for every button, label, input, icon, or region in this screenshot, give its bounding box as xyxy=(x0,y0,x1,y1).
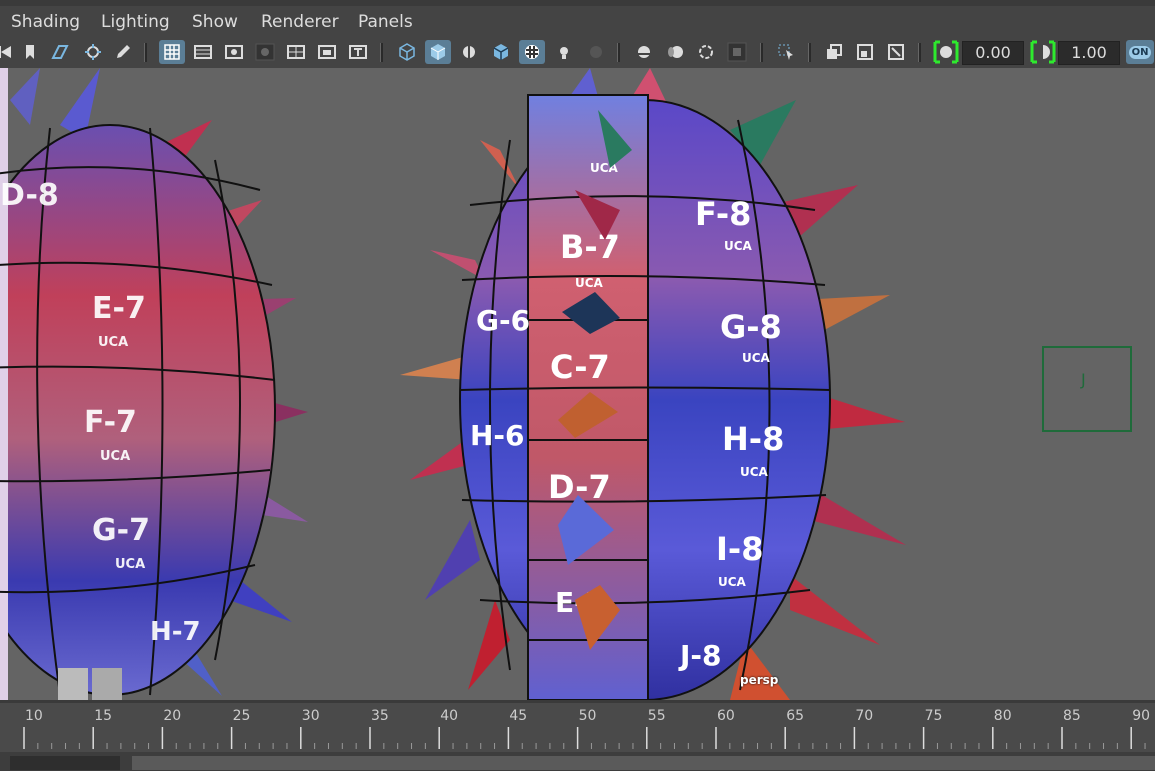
timeline-tick-label: 80 xyxy=(993,708,1012,724)
color-manage-toggle[interactable]: ON xyxy=(1126,40,1154,64)
tile-label-b7: B-7 xyxy=(560,228,620,266)
grease-pencil-icon[interactable] xyxy=(110,40,136,64)
wireframe-icon[interactable] xyxy=(394,40,420,64)
locator-box xyxy=(1042,346,1132,432)
wireframe-on-shaded-icon[interactable] xyxy=(488,40,514,64)
timeline-tick-label: 45 xyxy=(509,708,528,724)
range-start[interactable] xyxy=(10,756,120,770)
color-manage-label: ON xyxy=(1128,45,1152,59)
tile-sublabel: UCA xyxy=(742,351,771,365)
camera-tumble-icon[interactable] xyxy=(80,40,106,64)
timeline-tick-label: 35 xyxy=(371,708,389,724)
camera-label: persp xyxy=(740,673,779,687)
film-gate-icon[interactable] xyxy=(190,40,216,64)
timeline-tick-label: 90 xyxy=(1132,708,1151,724)
camera-select-icon[interactable] xyxy=(0,40,18,64)
screen-space-ao-icon[interactable] xyxy=(631,40,657,64)
xray-components-icon[interactable] xyxy=(883,40,909,64)
field-chart-icon[interactable] xyxy=(283,40,309,64)
bookmark-icon[interactable] xyxy=(17,40,43,64)
motion-blur-icon[interactable] xyxy=(662,40,688,64)
tile-label-e7: E-7 xyxy=(92,291,146,326)
tile-label-g6: G-6 xyxy=(476,304,530,337)
scene-render: D-8 E-7 F-7 G-7 H-7 UCA UCA UCA B-7 C-7 … xyxy=(0,68,1132,700)
gamma-field[interactable]: 1.00 xyxy=(1058,41,1120,65)
tile-sublabel: UCA xyxy=(718,575,747,589)
menu-renderer[interactable]: Renderer xyxy=(261,12,339,32)
default-lighting-icon[interactable] xyxy=(456,40,482,64)
spike xyxy=(410,440,468,480)
menu-show[interactable]: Show xyxy=(192,12,238,32)
tile-label-j8: J-8 xyxy=(678,639,722,672)
timeline-tick-label: 55 xyxy=(647,708,666,724)
spike xyxy=(468,600,510,690)
tile-label-i8: I-8 xyxy=(716,530,763,568)
safe-title-icon[interactable] xyxy=(345,40,371,64)
tile-sublabel: UCA xyxy=(575,276,604,290)
tile-label-c7: C-7 xyxy=(550,348,610,386)
tile-label-d8: D-8 xyxy=(0,178,59,213)
timeline-tick-label: 60 xyxy=(717,708,735,724)
timeline-tick-label: 25 xyxy=(232,708,251,724)
range-slider[interactable] xyxy=(0,752,1155,771)
menu-lighting[interactable]: Lighting xyxy=(101,12,170,32)
tile-sublabel: UCA xyxy=(115,557,145,572)
anti-aliasing-icon[interactable] xyxy=(693,40,719,64)
gamma-icon[interactable] xyxy=(1030,40,1056,64)
tile-sublabel: UCA xyxy=(740,465,769,479)
spike xyxy=(425,520,480,600)
exposure-icon[interactable] xyxy=(933,40,959,64)
tile-label-h8: H-8 xyxy=(722,420,784,458)
tile-label-h7: H-7 xyxy=(150,617,201,647)
use-all-lights-icon[interactable] xyxy=(551,40,577,64)
tile-label-h6: H-6 xyxy=(470,419,525,452)
spike xyxy=(790,575,880,645)
perspective-viewport[interactable]: D-8 E-7 F-7 G-7 H-7 UCA UCA UCA B-7 C-7 … xyxy=(0,68,1155,700)
spike xyxy=(400,355,470,380)
shadows-icon[interactable] xyxy=(583,40,609,64)
menu-shading[interactable]: Shading xyxy=(11,12,80,32)
grid-icon[interactable] xyxy=(159,40,185,64)
timeline-tick-label: 20 xyxy=(163,708,182,724)
smooth-shade-icon[interactable] xyxy=(425,40,451,64)
gate-mask-icon[interactable] xyxy=(252,40,278,64)
tile-sublabel: UCA xyxy=(724,239,753,253)
timeline-tick-label: 85 xyxy=(1063,708,1081,724)
spike xyxy=(10,68,40,125)
spike xyxy=(480,140,520,190)
timeline-tick-label: 30 xyxy=(301,708,320,724)
safe-action-icon[interactable] xyxy=(314,40,340,64)
timeline-tick-label: 50 xyxy=(578,708,597,724)
timeline-tick-label: 40 xyxy=(440,708,459,724)
menu-panels[interactable]: Panels xyxy=(358,12,413,32)
isolate-select-icon[interactable] xyxy=(773,40,799,64)
tile-label-f7: F-7 xyxy=(84,405,137,440)
exposure-field[interactable]: 0.00 xyxy=(962,41,1024,65)
tile-label-f8: F-8 xyxy=(695,195,751,233)
timeline-tick-label: 65 xyxy=(786,708,805,724)
tile-label-g7: G-7 xyxy=(92,513,150,548)
resolution-gate-icon[interactable] xyxy=(221,40,247,64)
panel-menu-bar: Shading Lighting Show Renderer Panels xyxy=(0,0,1155,40)
tile-sublabel: UCA xyxy=(100,449,130,464)
timeline-tick-label: 75 xyxy=(924,708,943,724)
panel-toolbar: 0.00 1.00 ON xyxy=(0,37,1155,69)
xray-icon[interactable] xyxy=(821,40,847,64)
timeline-tick-label: 10 xyxy=(25,708,43,724)
tile-sublabel: UCA xyxy=(98,335,128,350)
tile-label-g8: G-8 xyxy=(720,308,782,346)
locator-label: J xyxy=(1080,370,1086,389)
depth-of-field-icon[interactable] xyxy=(724,40,750,64)
timeline-tick-label: 70 xyxy=(855,708,874,724)
range-bar[interactable] xyxy=(132,756,1155,770)
timeline-tick-label: 15 xyxy=(94,708,113,724)
xray-joints-icon[interactable] xyxy=(852,40,878,64)
image-plane-icon[interactable] xyxy=(47,40,73,64)
textured-icon[interactable] xyxy=(519,40,545,64)
